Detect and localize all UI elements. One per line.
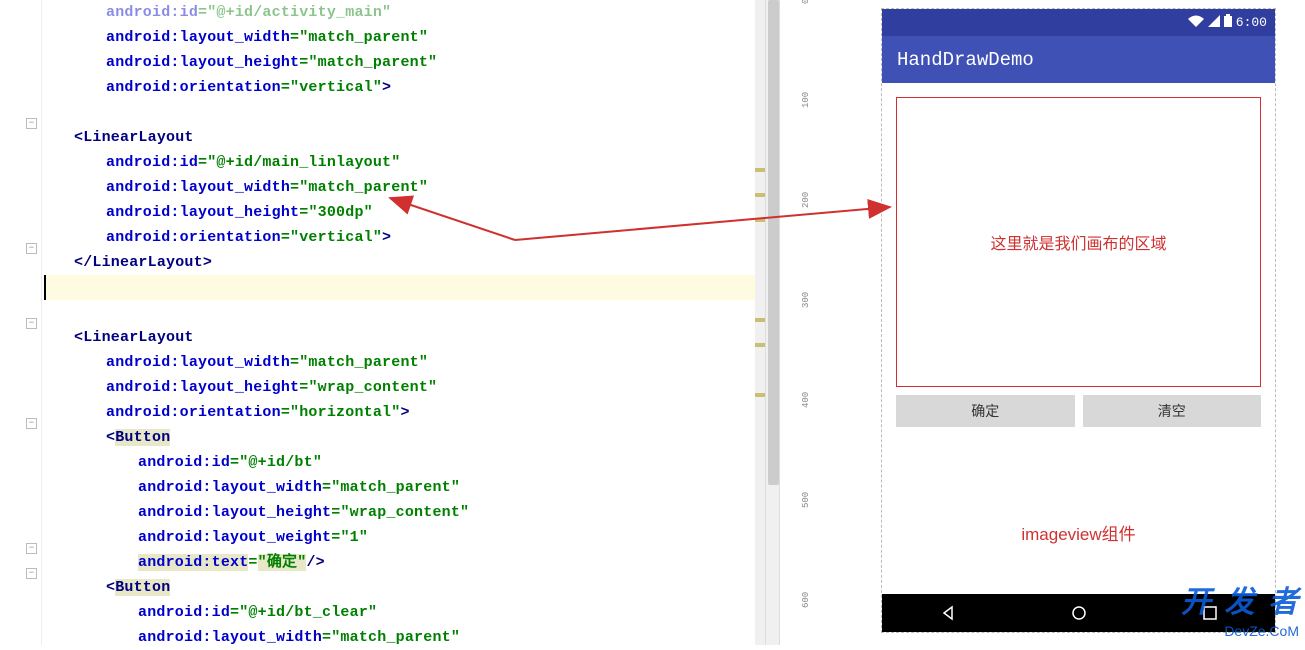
code-line: android:layout_height="match_parent" — [44, 50, 765, 75]
editor-gutter: − − − − − − — [0, 0, 42, 645]
fold-icon[interactable]: − — [26, 318, 37, 329]
back-icon[interactable] — [938, 603, 958, 623]
ruler-tick: 0 — [801, 0, 811, 4]
clear-button[interactable]: 清空 — [1083, 395, 1262, 427]
code-line: android:layout_width="match_parent" — [44, 625, 765, 650]
imageview-label: imageview组件 — [882, 520, 1275, 545]
layout-preview-panel: 0 100 200 300 400 500 600 6:00 HandDrawD… — [783, 0, 1305, 645]
fold-icon[interactable]: − — [26, 568, 37, 579]
code-line: android:text="确定"/> — [44, 550, 765, 575]
code-line: android:layout_height="300dp" — [44, 200, 765, 225]
canvas-area[interactable]: 这里就是我们画布的区域 — [896, 97, 1261, 387]
vertical-scrollbar[interactable] — [765, 0, 780, 645]
ruler-tick: 200 — [801, 192, 811, 208]
ruler-tick: 400 — [801, 392, 811, 408]
code-line: android:id="@+id/main_linlayout" — [44, 150, 765, 175]
code-area[interactable]: android:id="@+id/activity_main" android:… — [42, 0, 765, 645]
confirm-button[interactable]: 确定 — [896, 395, 1075, 427]
wifi-icon — [1188, 15, 1204, 31]
code-line: android:orientation="vertical"> — [44, 75, 765, 100]
code-line: android:id="@+id/bt" — [44, 450, 765, 475]
ruler-tick: 300 — [801, 292, 811, 308]
code-line: <Button — [44, 575, 765, 600]
canvas-label: 这里就是我们画布的区域 — [990, 230, 1166, 254]
code-line: android:layout_width="match_parent" — [44, 475, 765, 500]
clock-text: 6:00 — [1236, 15, 1267, 30]
ruler-tick: 500 — [801, 492, 811, 508]
blank-line — [44, 100, 765, 125]
code-line: android:id="@+id/bt_clear" — [44, 600, 765, 625]
status-bar: 6:00 — [882, 9, 1275, 36]
code-line: </LinearLayout> — [44, 250, 765, 275]
button-row: 确定 清空 — [882, 387, 1275, 435]
code-line: android:orientation="horizontal"> — [44, 400, 765, 425]
watermark-url: DevZe.CoM — [1224, 623, 1299, 639]
cursor-line[interactable] — [44, 275, 765, 300]
device-preview[interactable]: 6:00 HandDrawDemo 这里就是我们画布的区域 确定 清空 imag… — [881, 8, 1276, 633]
app-bar: HandDrawDemo — [882, 36, 1275, 83]
home-icon[interactable] — [1069, 603, 1089, 623]
battery-icon — [1224, 14, 1232, 31]
code-line: <Button — [44, 425, 765, 450]
fold-icon[interactable]: − — [26, 118, 37, 129]
blank-line — [44, 300, 765, 325]
code-line: android:layout_width="match_parent" — [44, 25, 765, 50]
code-line: android:layout_width="match_parent" — [44, 175, 765, 200]
watermark-text: 开 发 者 — [1181, 577, 1301, 621]
signal-icon — [1208, 15, 1220, 31]
vertical-ruler: 0 100 200 300 400 500 600 — [783, 0, 813, 645]
fold-icon[interactable]: − — [26, 543, 37, 554]
code-line: <LinearLayout — [44, 325, 765, 350]
code-editor-panel: − − − − − − android:id="@+id/activity_ma… — [0, 0, 765, 645]
code-line: android:layout_height="wrap_content" — [44, 375, 765, 400]
code-line: <LinearLayout — [44, 125, 765, 150]
ruler-tick: 100 — [801, 92, 811, 108]
code-line: android:layout_width="match_parent" — [44, 350, 765, 375]
ruler-tick: 600 — [801, 592, 811, 608]
code-line: android:layout_height="wrap_content" — [44, 500, 765, 525]
fold-icon[interactable]: − — [26, 418, 37, 429]
scrollbar-thumb[interactable] — [768, 0, 779, 485]
app-title: HandDrawDemo — [897, 49, 1034, 71]
marker-strip — [755, 0, 765, 645]
code-line: android:orientation="vertical"> — [44, 225, 765, 250]
code-line: android:id="@+id/activity_main" — [44, 0, 765, 25]
fold-icon[interactable]: − — [26, 243, 37, 254]
code-line: android:layout_weight="1" — [44, 525, 765, 550]
